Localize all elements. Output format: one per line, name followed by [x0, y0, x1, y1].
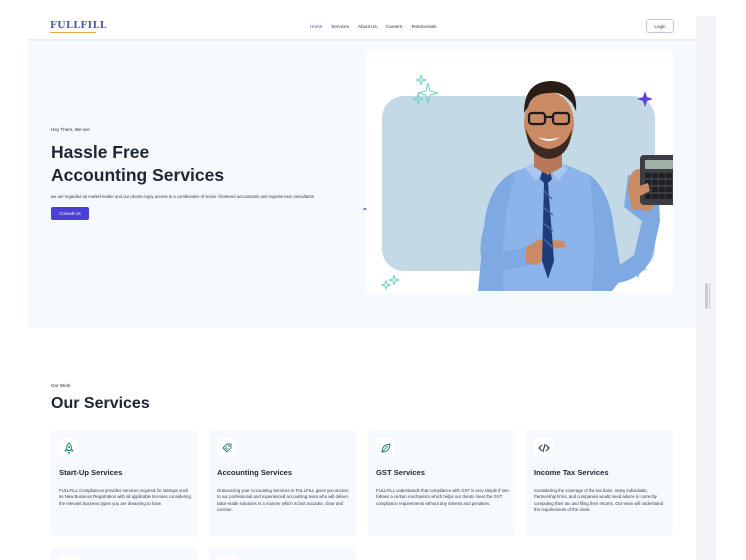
services-eyebrow: Our Work [51, 383, 71, 388]
service-icon-box [217, 556, 236, 560]
code-icon [534, 438, 553, 457]
hero-section: Hey There, We are Hassle Free Accounting… [28, 39, 696, 328]
service-card-income-tax[interactable]: Income Tax Services Considering the cove… [526, 430, 673, 536]
top-navbar: FULLFILL Home Services About Us Careers … [28, 16, 696, 39]
service-card-title: GST Services [376, 468, 425, 477]
nav-about-us[interactable]: About Us [358, 24, 377, 30]
login-button[interactable]: Login [646, 19, 674, 33]
hero-title-line-2: Accounting Services [51, 165, 225, 185]
page: FULLFILL Home Services About Us Careers … [28, 16, 696, 560]
hero-image-card [366, 51, 673, 293]
logo-underline [50, 32, 96, 33]
service-card-title: Income Tax Services [534, 468, 609, 477]
main-nav: Home Services About Us Careers Testimoni… [310, 24, 436, 30]
hero-title-line-1: Hassle Free [51, 142, 150, 162]
rocket-icon [59, 438, 78, 457]
service-card-description: FULLFILL understands that compliance wit… [376, 488, 509, 506]
hero-eyebrow: Hey There, We are [51, 127, 90, 132]
hero-subtitle: we are regarded as market leader and our… [51, 194, 314, 199]
service-card-title: Accounting Services [217, 468, 293, 477]
nav-testimonials[interactable]: Testimonials [411, 24, 436, 30]
nav-careers[interactable]: Careers [386, 24, 402, 30]
service-card-accounting[interactable]: Accounting Services Outsourcing your Acc… [209, 430, 356, 536]
hero-illustration [380, 74, 673, 291]
service-card-description: FULLFILL Compliances provides services r… [59, 488, 191, 506]
services-title: Our Services [51, 395, 150, 412]
service-card-description: Outsourcing your Accounting Services to … [217, 488, 349, 513]
service-card-gst[interactable]: GST Services FULLFILL understands that c… [368, 430, 515, 536]
services-section: Our Work Our Services Start-Up Services … [28, 328, 696, 560]
sparkle-icon [637, 91, 653, 107]
brand-logo-text: FULLFILL [50, 20, 107, 31]
tag-icon [217, 438, 236, 457]
service-card-partial[interactable] [209, 548, 356, 560]
brand-logo[interactable]: FULLFILL [50, 20, 107, 33]
hero-title: Hassle Free Accounting Services [51, 141, 224, 187]
scrollbar-thumb[interactable] [705, 283, 710, 309]
service-card-description: Considering the coverage of the tax base… [534, 488, 663, 513]
service-card-startup[interactable]: Start-Up Services FULLFILL Compliances p… [51, 430, 198, 536]
nav-home[interactable]: Home [310, 24, 322, 30]
person-illustration [478, 81, 673, 291]
service-card-partial[interactable] [51, 548, 198, 560]
service-icon-box [59, 556, 78, 560]
consult-us-button[interactable]: Consult Us [51, 207, 89, 220]
nav-services[interactable]: Services [331, 24, 349, 30]
leaf-icon [376, 438, 395, 457]
service-card-title: Start-Up Services [59, 468, 123, 477]
